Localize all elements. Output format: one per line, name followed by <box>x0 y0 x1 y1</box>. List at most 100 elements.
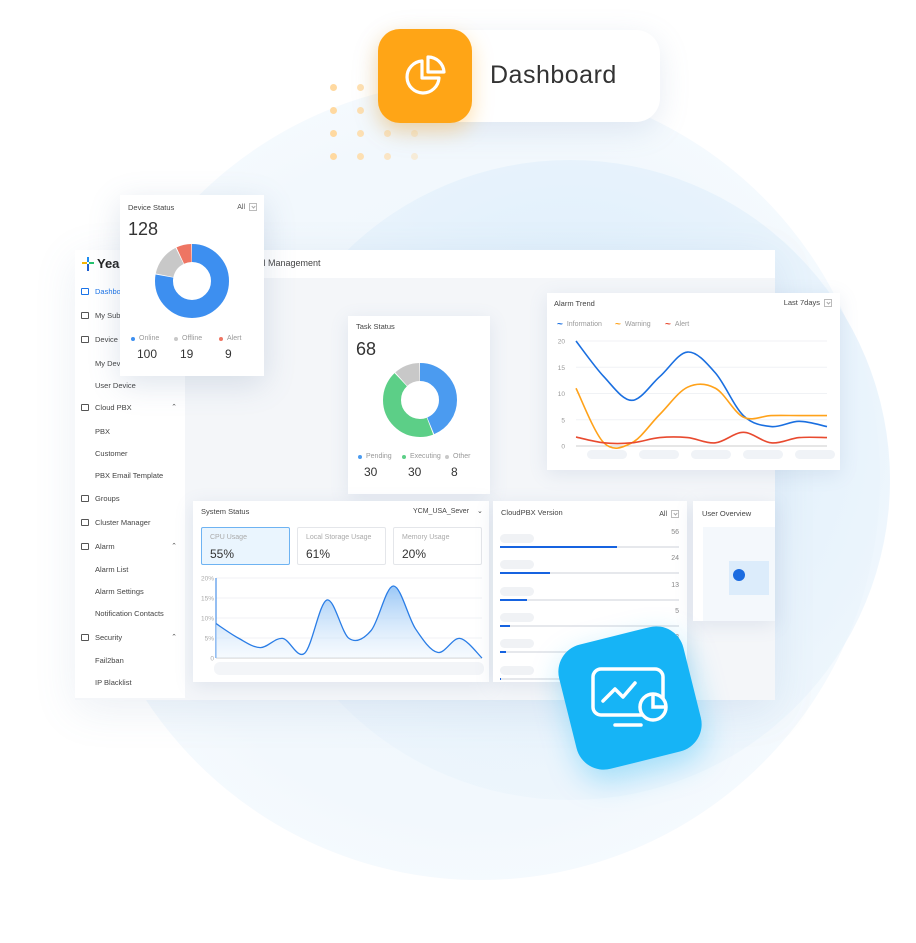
bar-fill <box>500 572 550 575</box>
dropdown-icon <box>671 510 679 518</box>
sidebar-item-label: IP Blacklist <box>95 677 132 687</box>
legend-dot <box>219 336 223 341</box>
menu-icon <box>81 287 89 295</box>
server-select[interactable]: YCM_USA_Sever ⌄ <box>413 507 483 515</box>
sidebar-item[interactable]: Fail2ban <box>75 653 185 667</box>
metric-label: CPU Usage <box>210 534 247 541</box>
bar-track <box>500 572 679 575</box>
legend-item: Executing <box>402 453 441 460</box>
hero-icon-tile <box>378 29 472 123</box>
legend-dot <box>445 454 449 459</box>
x-tick-placeholder <box>587 450 627 459</box>
y-tick-label: 0 <box>561 444 565 451</box>
sidebar-item[interactable]: Alarm ⌃ <box>75 539 185 553</box>
sidebar-item-label: Fail2ban <box>95 655 124 665</box>
metric-label: Memory Usage <box>402 534 450 541</box>
legend-label: Warning <box>624 321 651 328</box>
sidebar-item[interactable]: Cluster Manager <box>75 515 185 529</box>
metric-card[interactable]: Memory Usage 20% <box>393 527 482 565</box>
sidebar-item[interactable]: PBX <box>75 424 185 438</box>
period-select[interactable]: Last 7days <box>784 298 832 308</box>
bar-value: 56 <box>671 529 679 536</box>
menu-icon <box>81 494 89 502</box>
legend-value: 19 <box>180 347 194 361</box>
version-filter[interactable]: All <box>659 510 679 518</box>
chevron-up-icon: ⌃ <box>171 634 177 641</box>
decorative-dot <box>357 130 364 137</box>
legend-item: ~ Information <box>557 319 602 330</box>
sidebar-item[interactable]: PBX Email Template <box>75 468 185 482</box>
bar-value: 24 <box>671 555 679 563</box>
legend-dot <box>402 454 406 459</box>
metric-value: 61% <box>306 547 331 561</box>
bar-fill <box>500 598 528 601</box>
sidebar-item[interactable]: Security ⌃ <box>75 630 185 644</box>
sidebar-item[interactable]: User Device <box>75 378 185 392</box>
server-value: YCM_USA_Sever <box>413 508 470 515</box>
card-title: System Status <box>201 507 250 516</box>
sidebar-item-label: My Sub <box>95 310 121 320</box>
sidebar-item[interactable]: Groups <box>75 491 185 505</box>
sidebar-item-label: Device <box>95 334 118 344</box>
sidebar-item-label: Groups <box>95 493 120 503</box>
card-title: User Overview <box>702 509 752 518</box>
legend-item: Alert <box>219 335 241 342</box>
decorative-dot <box>330 84 337 91</box>
x-tick-placeholder <box>795 450 835 459</box>
legend-item: Offline <box>174 335 202 342</box>
bar-track <box>500 546 679 548</box>
user-overview-card: User Overview <box>693 501 775 621</box>
legend-item: ~ Warning <box>615 319 651 330</box>
alarm-trend-card: Alarm Trend Last 7days ~ Information ~ Warn… <box>547 293 840 470</box>
sidebar-item-label: My Dev <box>95 358 121 368</box>
legend-value: 30 <box>408 465 422 479</box>
legend-label: Executing <box>410 453 441 460</box>
card-title: Task Status <box>356 322 395 331</box>
bar-fill <box>500 624 511 627</box>
y-tick-label: 10 <box>558 391 566 398</box>
device-total: 128 <box>128 219 159 239</box>
card-title: Device Status <box>128 203 175 212</box>
legend-item: Online <box>131 335 159 342</box>
sidebar-item-label: Alarm Settings <box>95 586 144 596</box>
decorative-dot <box>411 130 418 137</box>
version-label-placeholder <box>500 665 534 675</box>
y-tick-label: 15 <box>558 365 566 372</box>
legend-value: 30 <box>364 465 378 479</box>
sidebar-item-label: PBX <box>95 426 111 436</box>
logo-icon <box>82 256 94 271</box>
legend-label: Offline <box>182 335 203 342</box>
task-donut-chart <box>383 363 457 437</box>
device-status-card: Device Status All 128 Online 100 Offline 19… <box>120 195 264 376</box>
sidebar-item-label: Notification Contacts <box>95 608 164 618</box>
wave-icon: ~ <box>665 319 671 330</box>
card-title: CloudPBX Version <box>501 508 563 517</box>
user-illustration <box>729 561 769 595</box>
legend-dot <box>358 454 362 459</box>
bar-fill <box>500 677 502 680</box>
sidebar-item[interactable]: Alarm List <box>75 562 185 576</box>
sidebar-item[interactable]: Customer <box>75 446 185 460</box>
metric-card[interactable]: CPU Usage 55% <box>201 527 290 565</box>
sidebar-item[interactable]: IP Blacklist <box>75 675 185 689</box>
legend-item: Pending <box>358 453 392 460</box>
decorative-dot <box>330 107 337 114</box>
metric-card[interactable]: Local Storage Usage 61% <box>297 527 386 565</box>
x-tick-placeholder <box>743 450 783 459</box>
legend-label: Pending <box>366 453 392 460</box>
device-filter[interactable]: All <box>237 203 257 211</box>
y-tick-label: 5% <box>205 636 215 643</box>
version-label-placeholder <box>500 586 534 596</box>
x-axis-placeholder <box>214 662 484 675</box>
cpu-usage-chart: 0 5% 10% 15% 20% <box>201 576 484 675</box>
chevron-down-icon: ⌄ <box>477 508 483 515</box>
menu-icon <box>81 335 89 343</box>
metric-label: Local Storage Usage <box>306 534 372 541</box>
decorative-dot <box>357 153 364 160</box>
bar-fill <box>500 651 507 654</box>
filter-value: All <box>237 203 245 211</box>
decorative-dot <box>411 153 418 160</box>
sidebar-item[interactable]: Notification Contacts <box>75 606 185 620</box>
sidebar-item[interactable]: Alarm Settings <box>75 584 185 598</box>
sidebar-item[interactable]: Cloud PBX ⌃ <box>75 400 185 414</box>
